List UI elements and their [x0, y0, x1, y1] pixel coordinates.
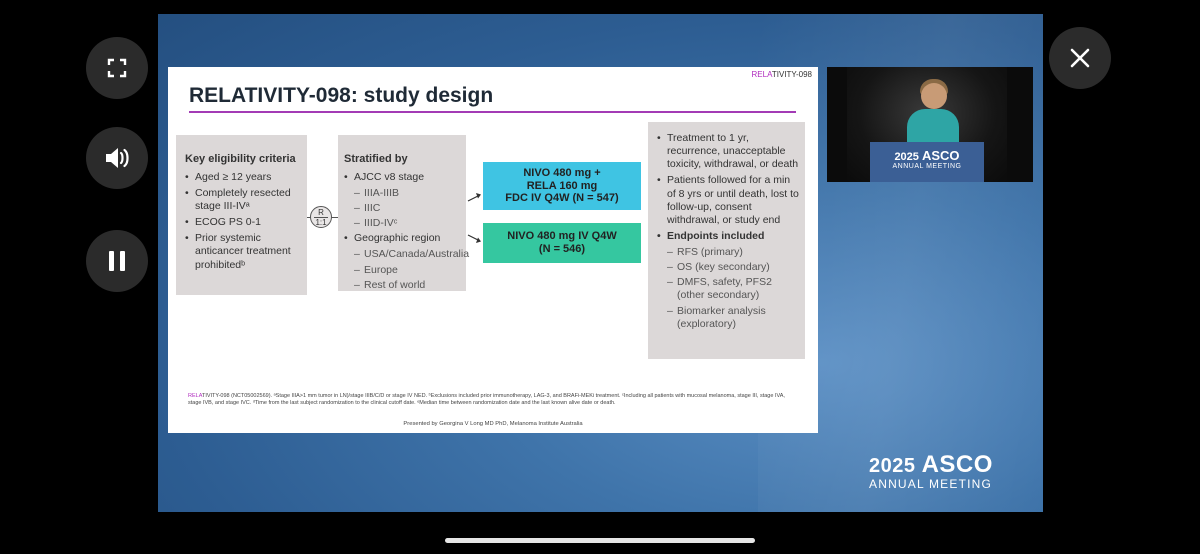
arm1-line: NIVO 480 mg +: [523, 167, 601, 179]
arm2-line: NIVO 480 mg IV Q4W: [507, 230, 617, 242]
slide-brand: RELATIVITY-098: [752, 70, 812, 79]
endpoints-heading: Endpoints included: [657, 230, 799, 243]
title-divider: [189, 111, 796, 113]
pause-button[interactable]: [86, 230, 148, 292]
brand-suffix: TIVITY-098: [771, 70, 812, 79]
speaker-icon: [106, 148, 129, 168]
podium: 2025 ASCO ANNUAL MEETING: [870, 142, 984, 182]
video-frame[interactable]: RELATIVITY-098 RELATIVITY-098: study des…: [158, 14, 1043, 512]
randomization-ratio: 1:1: [314, 217, 328, 227]
arm-arrows: [467, 193, 481, 243]
podium-brand: ASCO: [921, 148, 960, 163]
eligibility-item: Completely resected stage III-IVᵃ: [185, 187, 299, 213]
stratification-box: Stratified by AJCC v8 stage IIIA-IIIB II…: [338, 135, 469, 292]
stratification-item: Geographic region: [344, 232, 460, 245]
close-button[interactable]: [1049, 27, 1111, 89]
asco-logo: 2025 ASCO ANNUAL MEETING: [869, 451, 993, 491]
randomization-label: R: [318, 208, 324, 217]
slide-footnote: RELATIVITY-098 (NCT05002569). ᵃStage III…: [188, 393, 788, 408]
eligibility-heading: Key eligibility criteria: [185, 153, 296, 165]
arm1-line: RELA 160 mg: [526, 179, 598, 192]
footnote-prefix: RELA: [188, 393, 202, 399]
podium-year: 2025: [894, 151, 919, 163]
pause-icon: [109, 251, 125, 271]
fullscreen-icon: [107, 58, 127, 78]
treatment-endpoints-box: Treatment to 1 yr, recurrence, unaccepta…: [648, 122, 805, 359]
video-player-screen: RELATIVITY-098 RELATIVITY-098: study des…: [0, 0, 1200, 554]
eligibility-item: Aged ≥ 12 years: [185, 171, 299, 184]
slide-title: RELATIVITY-098: study design: [189, 84, 494, 107]
volume-button[interactable]: [86, 127, 148, 189]
randomization-circle: R 1:1: [310, 206, 332, 228]
podium-subtitle: ANNUAL MEETING: [892, 163, 962, 170]
presenter-credit: Presented by Georgina V Long MD PhD, Mel…: [403, 421, 583, 427]
stratification-subitem: Europe: [344, 264, 460, 277]
brand-prefix: RELA: [751, 70, 772, 79]
logo-brand: ASCO: [921, 451, 993, 478]
logo-subtitle: ANNUAL MEETING: [869, 477, 993, 491]
eligibility-box: Key eligibility criteria Aged ≥ 12 years…: [176, 135, 307, 295]
stratification-subitem: Rest of world: [344, 279, 460, 292]
home-indicator[interactable]: [445, 538, 755, 543]
stratification-subitem: IIIC: [344, 202, 460, 215]
speaker-head: [921, 83, 947, 109]
stratification-subitem: IIIA-IIIB: [344, 187, 460, 200]
stratification-item: AJCC v8 stage: [344, 171, 460, 184]
presentation-slide: RELATIVITY-098 RELATIVITY-098: study des…: [168, 67, 818, 433]
treatment-arm-combination: NIVO 480 mg + RELA 160 mg FDC IV Q4W (N …: [483, 162, 641, 210]
eligibility-item: Prior systemic anticancer treatment proh…: [185, 232, 299, 271]
endpoint-item: OS (key secondary): [657, 261, 799, 274]
endpoint-item: Biomarker analysis (exploratory): [657, 305, 799, 331]
logo-year: 2025: [869, 455, 916, 477]
arm2-line: (N = 546): [538, 242, 586, 255]
stratification-heading: Stratified by: [344, 153, 408, 165]
endpoint-item: RFS (primary): [657, 246, 799, 259]
treatment-item: Patients followed for a min of 8 yrs or …: [657, 174, 799, 227]
arm1-line: FDC IV Q4W (N = 547): [505, 192, 619, 205]
speaker-video-inset: 2025 ASCO ANNUAL MEETING: [827, 67, 1033, 182]
podium-logo: 2025 ASCO: [870, 148, 984, 163]
stratification-subitem: USA/Canada/Australia: [344, 248, 469, 261]
endpoint-item: DMFS, safety, PFS2 (other secondary): [657, 276, 799, 302]
stratification-subitem: IIID-IVᶜ: [344, 217, 460, 230]
footnote-text: TIVITY-098 (NCT05002569). ᵃStage IIIA>1 …: [188, 393, 785, 407]
fullscreen-button[interactable]: [86, 37, 148, 99]
treatment-arm-nivolumab: NIVO 480 mg IV Q4W (N = 546): [483, 223, 641, 263]
eligibility-item: ECOG PS 0-1: [185, 216, 299, 229]
close-icon: [1070, 48, 1090, 68]
treatment-item: Treatment to 1 yr, recurrence, unaccepta…: [657, 132, 799, 171]
